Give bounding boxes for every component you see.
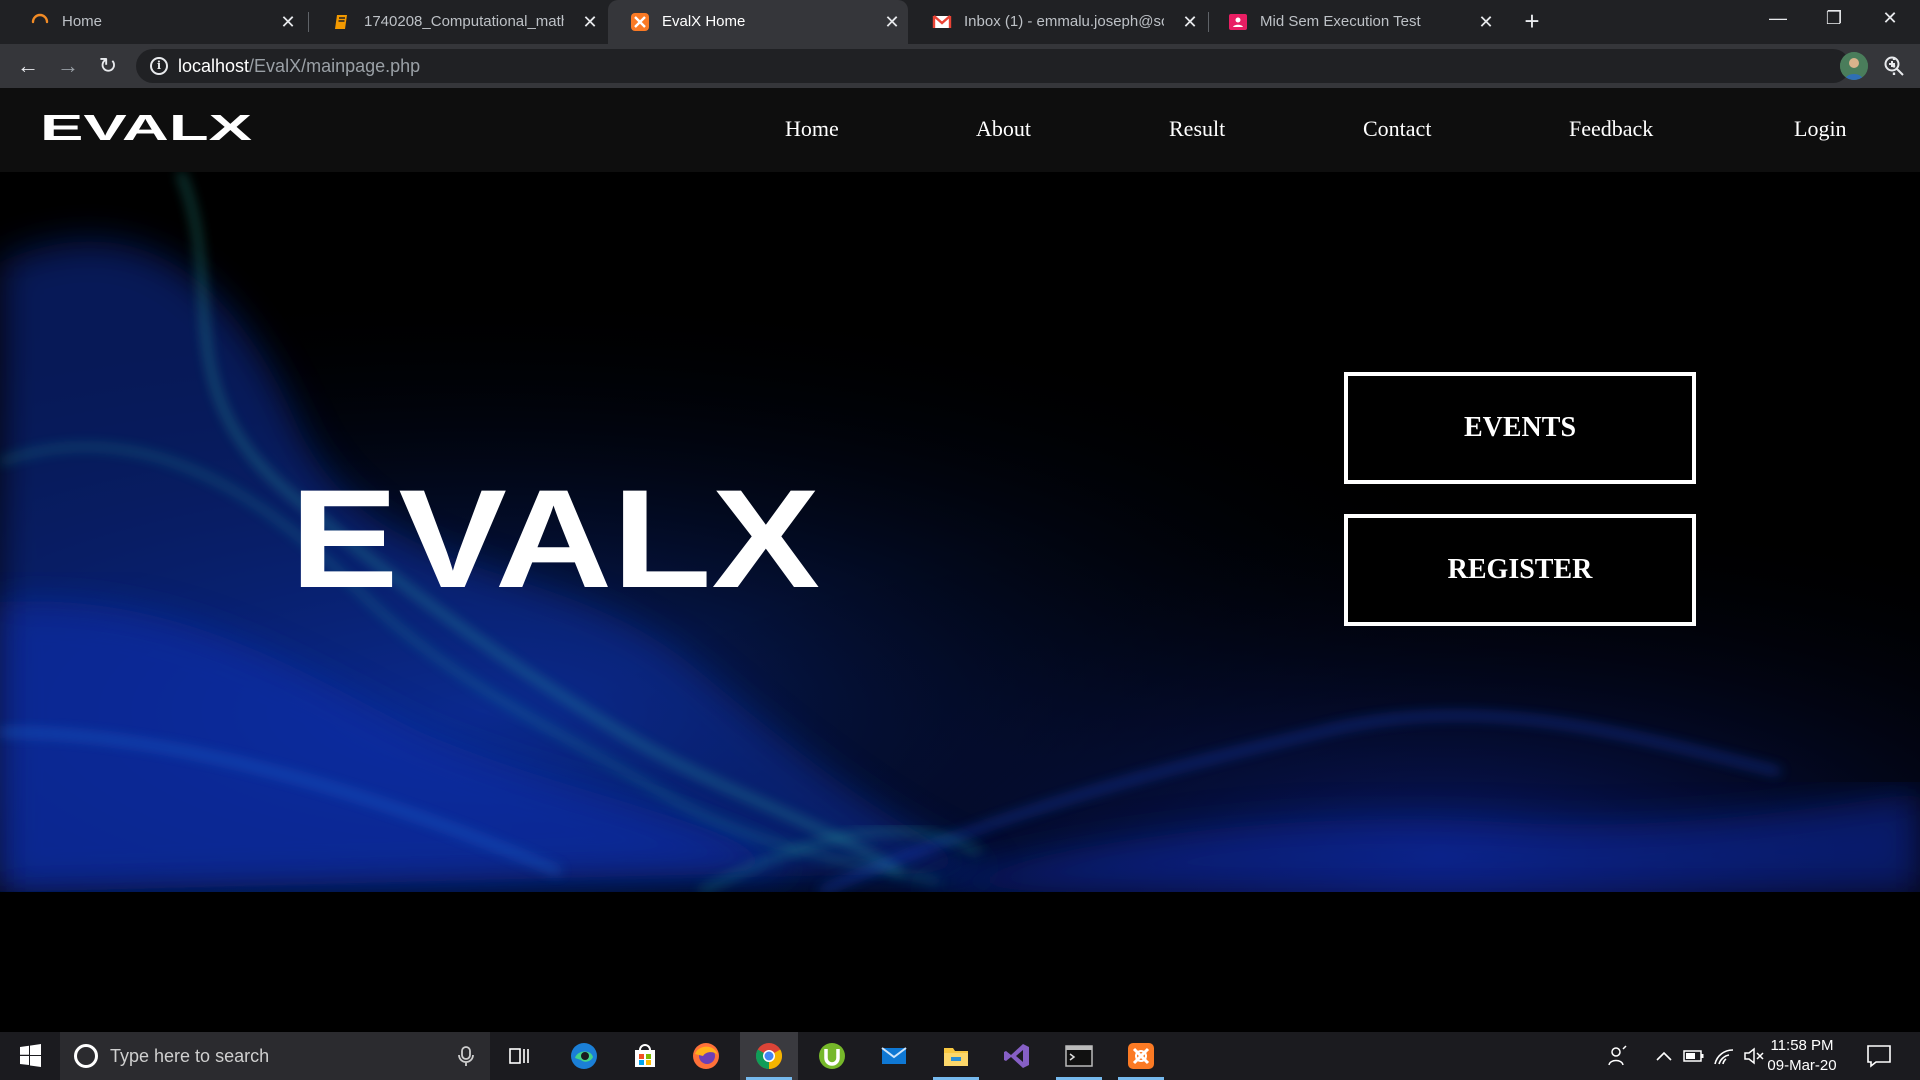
edge-icon[interactable] [555, 1032, 613, 1080]
terminal-icon[interactable] [1050, 1032, 1108, 1080]
close-icon[interactable]: ✕ [578, 10, 602, 34]
system-clock[interactable]: 11:58 PM 09-Mar-20 [1762, 1036, 1842, 1076]
people-icon[interactable] [1606, 1044, 1630, 1068]
loading-spinner-icon [30, 12, 50, 32]
store-icon[interactable] [616, 1032, 674, 1080]
mail-icon[interactable] [865, 1032, 923, 1080]
restore-button[interactable]: ❐ [1806, 0, 1862, 36]
clock-date: 09-Mar-20 [1767, 1057, 1837, 1074]
close-icon[interactable]: ✕ [1178, 10, 1202, 34]
windows-taskbar: Type here to search 11:58 PM 09-Mar-20 [0, 1032, 1920, 1080]
url-host: localhost [178, 56, 250, 76]
info-icon[interactable]: i [150, 57, 168, 75]
events-button[interactable]: EVENTS [1344, 372, 1696, 484]
close-icon[interactable]: ✕ [880, 10, 904, 34]
tab-inbox[interactable]: Inbox (1) - emmalu.joseph@scien ✕ [910, 0, 1206, 44]
nav-feedback[interactable]: Feedback [1569, 116, 1653, 142]
visual-studio-icon[interactable] [988, 1032, 1046, 1080]
profile-avatar[interactable] [1840, 52, 1868, 80]
brand-logo-text: EVALX [40, 108, 252, 144]
nav-contact[interactable]: Contact [1363, 116, 1431, 142]
chrome-icon[interactable] [740, 1032, 798, 1080]
menu-icon[interactable]: ⋮ [1880, 52, 1908, 80]
forward-icon[interactable]: → [54, 52, 82, 80]
hero-logo: EVALX [290, 460, 820, 592]
utorrent-icon[interactable] [803, 1032, 861, 1080]
taskbar-search-box[interactable]: Type here to search [60, 1032, 490, 1080]
start-button[interactable] [0, 1032, 60, 1080]
url-path: /EvalX/mainpage.php [249, 56, 421, 76]
tab-title: Inbox (1) - emmalu.joseph@scien [964, 13, 1164, 30]
minimize-button[interactable]: — [1750, 0, 1806, 36]
xampp-icon[interactable] [1112, 1032, 1170, 1080]
tab-home[interactable]: Home ✕ [8, 0, 304, 44]
new-tab-button[interactable]: + [1518, 8, 1546, 36]
cortana-icon [74, 1044, 98, 1068]
tab-title: EvalX Home [662, 13, 746, 30]
chevron-up-icon[interactable] [1652, 1044, 1676, 1068]
battery-icon[interactable] [1682, 1044, 1706, 1068]
tab-evalx-home[interactable]: EvalX Home ✕ [608, 0, 908, 44]
xampp-icon [630, 12, 650, 32]
tab-computational-maths[interactable]: 1740208_Computational_maths ✕ [310, 0, 606, 44]
site-navbar: EVALX Home About Result Contact Feedback… [0, 88, 1920, 172]
nav-result[interactable]: Result [1169, 116, 1225, 142]
reload-icon[interactable]: ↻ [94, 52, 122, 80]
windows-logo-icon [20, 1044, 41, 1067]
hero-logo-text: EVALX [290, 460, 820, 592]
microphone-icon[interactable] [454, 1044, 478, 1068]
file-explorer-icon[interactable] [927, 1032, 985, 1080]
tab-title: Mid Sem Execution Test [1260, 13, 1421, 30]
classroom-icon [1228, 12, 1248, 32]
back-icon[interactable]: ← [14, 52, 42, 80]
url-text[interactable]: localhost/EvalX/mainpage.php [178, 56, 420, 76]
close-icon[interactable]: ✕ [276, 10, 300, 34]
nav-home[interactable]: Home [785, 116, 839, 142]
hero-section: EVALX EVENTS REGISTER [0, 172, 1920, 892]
browser-toolbar: ← → ↻ i localhost/EvalX/mainpage.php ★ ⋮ [0, 44, 1920, 88]
task-view-icon[interactable] [490, 1032, 548, 1080]
register-button[interactable]: REGISTER [1344, 514, 1696, 626]
browser-tab-strip: Home ✕ 1740208_Computational_maths ✕ Eva… [0, 0, 1920, 44]
gmail-icon [932, 12, 952, 32]
close-icon[interactable]: ✕ [1474, 10, 1498, 34]
nav-login[interactable]: Login [1794, 116, 1847, 142]
tab-separator [308, 12, 309, 32]
nav-about[interactable]: About [976, 116, 1031, 142]
tab-title: Home [62, 13, 103, 30]
brand-logo[interactable]: EVALX [40, 108, 252, 144]
firefox-icon[interactable] [677, 1032, 735, 1080]
clock-time: 11:58 PM [1770, 1037, 1834, 1054]
search-placeholder: Type here to search [110, 1046, 270, 1066]
window-close-button[interactable]: ✕ [1862, 0, 1918, 36]
tab-mid-sem-test[interactable]: Mid Sem Execution Test ✕ [1206, 0, 1502, 44]
wifi-icon[interactable] [1712, 1044, 1736, 1068]
tab-title: 1740208_Computational_maths [364, 13, 564, 30]
notification-icon[interactable] [1866, 1044, 1892, 1068]
address-bar[interactable]: i localhost/EvalX/mainpage.php ★ [136, 49, 1904, 83]
book-icon [332, 12, 352, 32]
